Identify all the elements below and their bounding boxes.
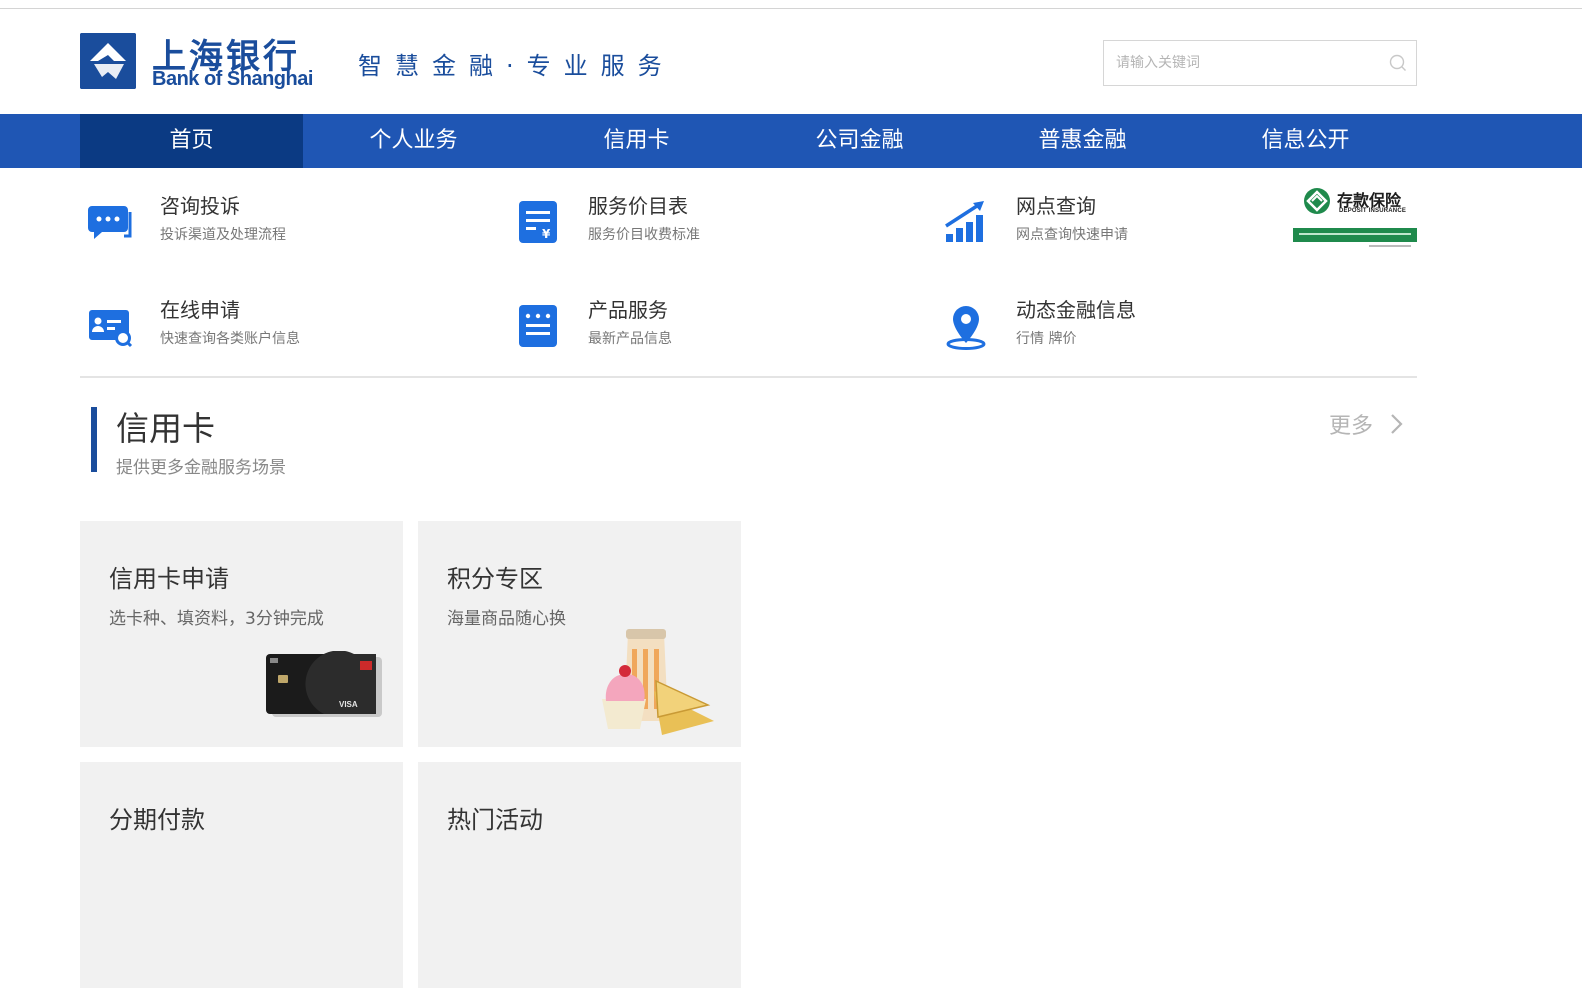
card-title: 热门活动 [447, 806, 543, 834]
credit-card-image: VISA [266, 651, 382, 717]
section-subtitle: 提供更多金融服务场景 [116, 458, 286, 478]
deposit-insurance-footnote [1369, 245, 1411, 247]
price-list-icon: ¥ [519, 201, 557, 243]
quick-link-branch[interactable]: 网点查询 网点查询快速申请 [936, 190, 1316, 260]
card-title: 积分专区 [447, 565, 543, 593]
nav-item-credit-card[interactable]: 信用卡 [525, 114, 748, 168]
quick-link-market-info[interactable]: 动态金融信息 行情 牌价 [936, 294, 1316, 364]
nav-item-corporate[interactable]: 公司金融 [748, 114, 971, 168]
bar-chart-icon [945, 201, 984, 242]
logo-english-name: Bank of Shanghai [152, 68, 313, 90]
more-link[interactable]: 更多 [1329, 408, 1413, 440]
card-title: 分期付款 [109, 806, 205, 834]
search-icon[interactable] [1388, 53, 1408, 73]
quick-link-title: 动态金融信息 [1016, 298, 1136, 322]
quick-link-title: 在线申请 [160, 298, 240, 322]
bank-logo[interactable]: 上海银行 Bank of Shanghai [80, 33, 313, 91]
quick-link-online-apply[interactable]: 在线申请 快速查询各类账户信息 [80, 294, 460, 364]
section-accent-bar [91, 407, 97, 472]
search-input[interactable] [1104, 41, 1386, 85]
svg-text:VISA: VISA [339, 700, 358, 709]
card-desc: 海量商品随心换 [447, 609, 566, 629]
quick-link-title: 产品服务 [588, 298, 668, 322]
quick-link-desc: 投诉渠道及处理流程 [160, 227, 286, 243]
search-box [1103, 40, 1417, 86]
nav-item-inclusive[interactable]: 普惠金融 [971, 114, 1194, 168]
section-title: 信用卡 [116, 409, 215, 448]
top-divider [0, 8, 1582, 9]
id-card-search-icon [89, 310, 133, 348]
location-pin-icon [946, 306, 986, 350]
quick-link-title: 咨询投诉 [160, 194, 240, 218]
main-nav: 首页 个人业务 信用卡 公司金融 普惠金融 信息公开 [0, 114, 1582, 168]
deposit-insurance-badge[interactable]: 存款保险 DEPOSIT INSURANCE [1293, 185, 1417, 251]
card-installment[interactable]: 分期付款 [80, 762, 403, 988]
quick-link-title: 服务价目表 [588, 194, 688, 218]
quick-link-desc: 服务价目收费标准 [588, 227, 700, 243]
deposit-insurance-en: DEPOSIT INSURANCE [1339, 208, 1407, 214]
nav-item-home[interactable]: 首页 [80, 114, 303, 168]
dessert-image [602, 629, 714, 735]
product-list-icon [519, 305, 557, 347]
card-credit-card-apply[interactable]: 信用卡申请 选卡种、填资料，3分钟完成 VISA [80, 521, 403, 747]
quick-link-desc: 快速查询各类账户信息 [160, 331, 300, 347]
quick-link-desc: 最新产品信息 [588, 331, 672, 347]
more-label: 更多 [1329, 414, 1374, 439]
quick-link-price-list[interactable]: ¥ 服务价目表 服务价目收费标准 [508, 190, 888, 260]
card-points-zone[interactable]: 积分专区 海量商品随心换 [418, 521, 741, 747]
card-desc: 选卡种、填资料，3分钟完成 [109, 609, 324, 629]
chat-bubble-icon [88, 206, 132, 239]
deposit-insurance-banner [1293, 228, 1417, 242]
quick-link-desc: 网点查询快速申请 [1016, 227, 1128, 243]
card-title: 信用卡申请 [109, 565, 229, 593]
quick-link-products[interactable]: 产品服务 最新产品信息 [508, 294, 888, 364]
quick-link-desc: 行情 牌价 [1016, 331, 1077, 347]
card-hot-events[interactable]: 热门活动 [418, 762, 741, 988]
bank-logo-icon [80, 33, 136, 89]
deposit-insurance-banner-line [1299, 233, 1411, 235]
quick-link-title: 网点查询 [1016, 194, 1096, 218]
svg-text:¥: ¥ [542, 227, 551, 241]
nav-item-disclosure[interactable]: 信息公开 [1194, 114, 1417, 168]
deposit-insurance-logo-icon [1304, 188, 1330, 214]
chevron-right-icon [1391, 414, 1403, 434]
nav-item-personal[interactable]: 个人业务 [302, 114, 525, 168]
section-divider [80, 376, 1417, 378]
slogan: 智慧金融·专业服务 [358, 52, 675, 80]
quick-link-complaint[interactable]: 咨询投诉 投诉渠道及处理流程 [80, 190, 460, 260]
